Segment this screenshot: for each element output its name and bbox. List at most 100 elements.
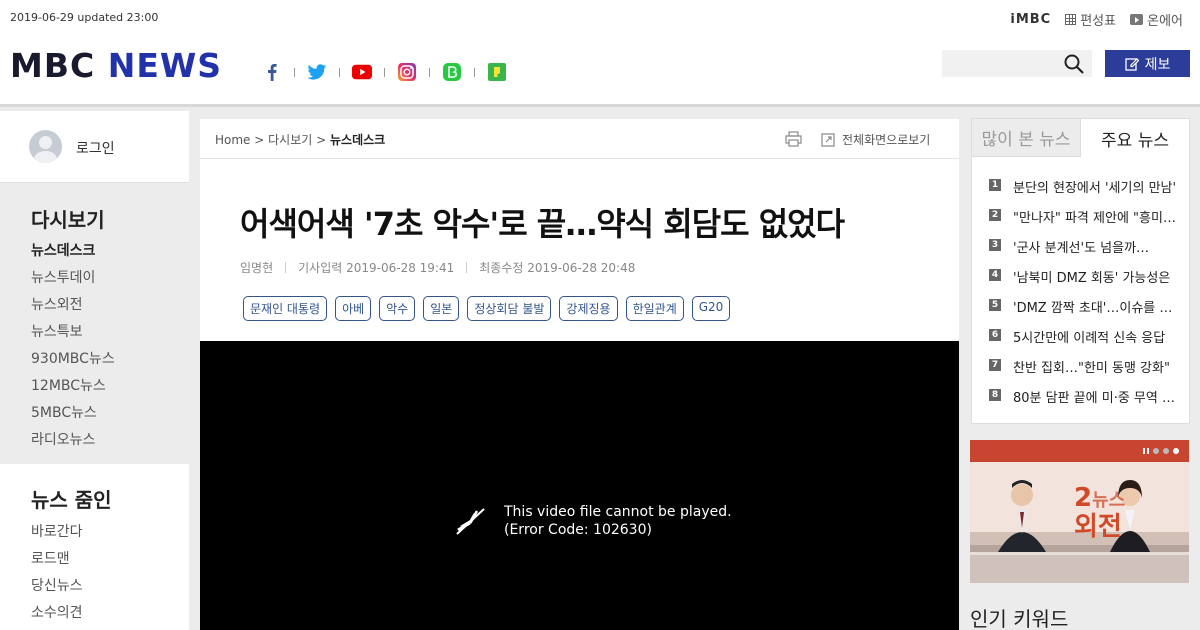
tag[interactable]: 정상회담 불발 bbox=[467, 296, 552, 321]
popular-keywords-title: 인기 키워드 bbox=[970, 607, 1069, 630]
fullscreen-label: 전체화면으로보기 bbox=[842, 133, 931, 147]
report-label: 제보 bbox=[1144, 56, 1171, 73]
banner-number: 2 bbox=[1074, 483, 1093, 513]
zoomin-list: 바로간다 로드맨 당신뉴스 소수의견 bbox=[31, 522, 83, 630]
list-item[interactable]: 4 '남북미 DMZ 회동' 가능성은 bbox=[989, 267, 1179, 297]
breadcrumb-separator: > bbox=[312, 133, 330, 147]
list-item[interactable]: 6 5시간만에 이례적 신속 응답 bbox=[989, 327, 1179, 357]
divider bbox=[429, 67, 430, 77]
sidebar-item-special[interactable]: 뉴스특보 bbox=[31, 322, 115, 349]
rank-number: 8 bbox=[989, 389, 1001, 401]
carousel-dot[interactable] bbox=[1173, 448, 1179, 454]
sidebar-item-12news[interactable]: 12MBC뉴스 bbox=[31, 376, 115, 403]
rank-title: '군사 분계선'도 넘을까… bbox=[1013, 241, 1150, 256]
list-item[interactable]: 5 'DMZ 깜짝 초대'…이슈를 선점 bbox=[989, 297, 1179, 327]
sidebar-item-newstoday[interactable]: 뉴스투데이 bbox=[31, 268, 115, 295]
article-headline: 어색어색 '7초 악수'로 끝…약식 회담도 없었다 bbox=[240, 205, 845, 243]
video-error-text: This video file cannot be played. (Error… bbox=[504, 503, 732, 539]
rank-title: 분단의 현장에서 '세기의 만남' bbox=[1013, 181, 1177, 196]
report-button[interactable]: 제보 bbox=[1105, 50, 1190, 77]
rank-title: 5시간만에 이례적 신속 응답 bbox=[1013, 331, 1166, 346]
youtube-icon[interactable] bbox=[352, 62, 372, 82]
list-item[interactable]: 8 80분 담판 끝에 미·중 무역 휴전 bbox=[989, 387, 1179, 417]
sidebar-item-minority[interactable]: 소수의견 bbox=[31, 603, 83, 630]
carousel-indicators[interactable] bbox=[1143, 448, 1179, 454]
sidebar-item-newsdesk[interactable]: 뉴스데스크 bbox=[31, 241, 115, 268]
fullscreen-button[interactable]: 전체화면으로보기 bbox=[821, 131, 930, 148]
imbc-link[interactable]: iMBC bbox=[1010, 12, 1051, 27]
list-item[interactable]: 7 찬반 집회…"한미 동맹 강화" bbox=[989, 357, 1179, 387]
sidebar-item-930news[interactable]: 930MBC뉴스 bbox=[31, 349, 115, 376]
search-input[interactable] bbox=[942, 50, 1092, 77]
modified-time: 최종수정 2019-06-28 20:48 bbox=[479, 261, 636, 275]
article: Home > 다시보기 > 뉴스데스크 전체화면으로보기 어색어색 '7초 악수… bbox=[200, 119, 959, 630]
breadcrumb-home[interactable]: Home bbox=[215, 133, 250, 147]
sidebar-item-yournews[interactable]: 당신뉴스 bbox=[31, 576, 83, 603]
rank-title: 찬반 집회…"한미 동맹 강화" bbox=[1013, 361, 1170, 376]
top-links: iMBC 편성표 온에어 bbox=[1010, 10, 1183, 29]
login-area[interactable]: 로그인 bbox=[0, 111, 189, 183]
program-banner[interactable]: 2뉴스 외전 bbox=[970, 440, 1189, 583]
print-icon[interactable] bbox=[785, 131, 802, 151]
onair-label: 온에어 bbox=[1147, 14, 1183, 29]
zoomin-title: 뉴스 줌인 bbox=[31, 488, 112, 512]
schedule-link[interactable]: 편성표 bbox=[1065, 10, 1116, 29]
tag[interactable]: 문재인 대통령 bbox=[243, 296, 328, 321]
twitter-icon[interactable] bbox=[307, 62, 327, 82]
rank-title: "만나자" 파격 제안에 "흥미로운 제안" bbox=[1013, 211, 1179, 226]
left-sidebar: 로그인 다시보기 뉴스데스크 뉴스투데이 뉴스외전 뉴스특보 930MBC뉴스 … bbox=[0, 111, 189, 630]
reporter-name[interactable]: 임명현 bbox=[240, 259, 273, 276]
tab-main-news[interactable]: 주요 뉴스 bbox=[1081, 119, 1189, 157]
sidebar-item-5news[interactable]: 5MBC뉴스 bbox=[31, 403, 115, 430]
facebook-icon[interactable] bbox=[262, 62, 282, 82]
tag[interactable]: 한일관계 bbox=[625, 296, 684, 321]
sidebar-item-barogada[interactable]: 바로간다 bbox=[31, 522, 83, 549]
divider bbox=[285, 262, 287, 273]
sidebar-item-radio[interactable]: 라디오뉴스 bbox=[31, 430, 115, 457]
article-meta: 임명현 기사입력 2019-06-28 19:41 최종수정 2019-06-2… bbox=[240, 259, 635, 276]
list-item[interactable]: 1 분단의 현장에서 '세기의 만남' bbox=[989, 177, 1179, 207]
list-item[interactable]: 2 "만나자" 파격 제안에 "흥미로운 제안" bbox=[989, 207, 1179, 237]
band-icon[interactable] bbox=[442, 62, 462, 82]
breadcrumb-separator: > bbox=[250, 133, 269, 147]
mbc-news-logo[interactable]: MBC NEWS bbox=[10, 49, 222, 83]
tag[interactable]: 강제징용 bbox=[559, 296, 618, 321]
rank-number: 1 bbox=[989, 179, 1001, 191]
top-bar: 2019-06-29 updated 23:00 iMBC 편성표 온에어 bbox=[0, 0, 1200, 36]
list-item[interactable]: 3 '군사 분계선'도 넘을까… bbox=[989, 237, 1179, 267]
divider bbox=[466, 262, 468, 273]
onair-icon bbox=[1130, 14, 1144, 25]
onair-link[interactable]: 온에어 bbox=[1130, 10, 1183, 29]
search-icon[interactable] bbox=[1064, 54, 1084, 78]
carousel-dot[interactable] bbox=[1153, 448, 1159, 454]
tag[interactable]: 악수 bbox=[379, 296, 416, 321]
kakaostory-icon[interactable] bbox=[487, 62, 507, 82]
breadcrumb-current[interactable]: 뉴스데스크 bbox=[330, 133, 385, 147]
divider bbox=[294, 67, 295, 77]
tab-popular-news[interactable]: 많이 본 뉴스 bbox=[972, 119, 1081, 157]
instagram-icon[interactable] bbox=[397, 62, 417, 82]
edit-icon bbox=[1124, 57, 1139, 71]
tag[interactable]: 일본 bbox=[423, 296, 460, 321]
pause-icon[interactable] bbox=[1143, 448, 1149, 454]
social-links bbox=[262, 62, 507, 82]
banner-line1: 뉴스 bbox=[1092, 490, 1126, 511]
login-link[interactable]: 로그인 bbox=[76, 138, 115, 158]
tag[interactable]: G20 bbox=[691, 296, 731, 321]
replay-menu: 다시보기 뉴스데스크 뉴스투데이 뉴스외전 뉴스특보 930MBC뉴스 12MB… bbox=[0, 183, 189, 464]
schedule-icon bbox=[1065, 14, 1077, 25]
video-player[interactable]: This video file cannot be played. (Error… bbox=[200, 341, 959, 630]
rank-title: 'DMZ 깜짝 초대'…이슈를 선점 bbox=[1013, 301, 1179, 316]
sidebar-item-roadman[interactable]: 로드맨 bbox=[31, 549, 83, 576]
video-error-message: This video file cannot be played. bbox=[504, 504, 732, 520]
video-error: This video file cannot be played. (Error… bbox=[454, 503, 732, 539]
expand-icon bbox=[821, 132, 835, 147]
tag[interactable]: 아베 bbox=[335, 296, 372, 321]
rank-title: '남북미 DMZ 회동' 가능성은 bbox=[1013, 271, 1171, 286]
sidebar-item-newsoutside[interactable]: 뉴스외전 bbox=[31, 295, 115, 322]
ranking-tabs: 많이 본 뉴스 주요 뉴스 bbox=[972, 119, 1189, 157]
video-error-code: (Error Code: 102630) bbox=[504, 522, 652, 538]
breadcrumb-bar: Home > 다시보기 > 뉴스데스크 전체화면으로보기 bbox=[200, 119, 959, 159]
carousel-dot[interactable] bbox=[1163, 448, 1169, 454]
breadcrumb-section[interactable]: 다시보기 bbox=[268, 133, 312, 147]
